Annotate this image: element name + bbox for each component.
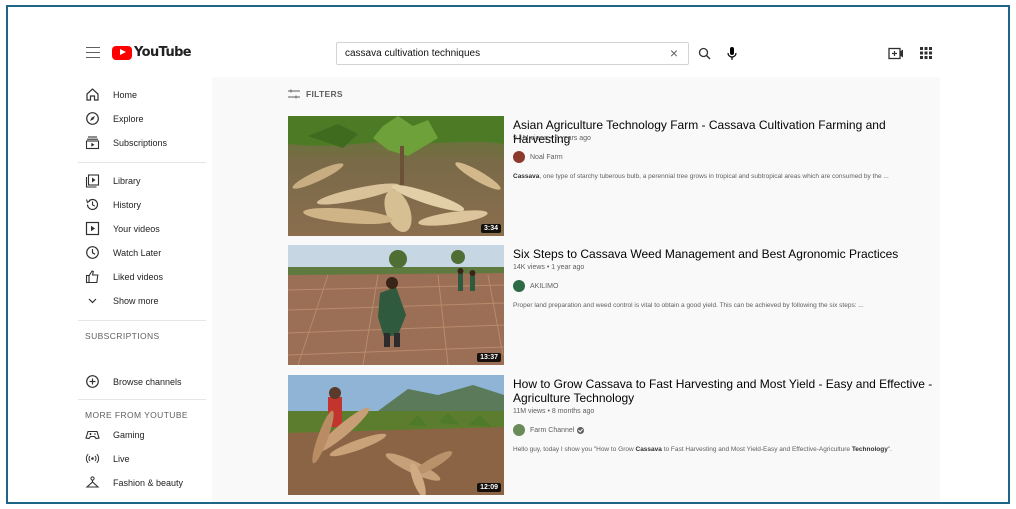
highlight-text: Cassava bbox=[513, 173, 540, 180]
filters-button[interactable]: FILTERS bbox=[288, 89, 343, 99]
video-duration: 12:09 bbox=[477, 483, 501, 492]
channel-link[interactable]: Farm Channel bbox=[513, 424, 585, 436]
sidebar-item-label: Gaming bbox=[113, 430, 145, 440]
microphone-icon[interactable] bbox=[724, 45, 740, 61]
sidebar-item-home[interactable]: Home bbox=[78, 84, 206, 106]
thumbs-up-icon bbox=[85, 270, 99, 284]
video-description: Proper land preparation and weed control… bbox=[513, 302, 933, 309]
sidebar-item-label: Browse channels bbox=[113, 377, 182, 387]
subscriptions-icon bbox=[85, 136, 100, 150]
video-description: Hello guy, today I show you "How to Grow… bbox=[513, 446, 933, 453]
create-video-icon[interactable] bbox=[888, 47, 904, 60]
home-icon bbox=[86, 88, 99, 101]
highlight-text: Technology bbox=[851, 446, 888, 453]
sidebar-item-explore[interactable]: Explore bbox=[78, 108, 206, 130]
menu-icon[interactable] bbox=[86, 47, 100, 59]
channel-name[interactable]: AKILIMO bbox=[530, 283, 558, 290]
browser-frame: YouTube cassava cultivation techniques ×… bbox=[6, 5, 1010, 504]
field-worker-thumbnail bbox=[288, 245, 504, 365]
video-result[interactable]: 13:37 Six Steps to Cassava Weed Manageme… bbox=[288, 245, 938, 369]
video-title[interactable]: Six Steps to Cassava Weed Management and… bbox=[513, 247, 933, 261]
sidebar-item-show-more[interactable]: Show more bbox=[78, 290, 206, 312]
sidebar-item-subscriptions[interactable]: Subscriptions bbox=[78, 132, 206, 154]
description-text: to Fast Harvesting and Most Yield-Easy a… bbox=[661, 446, 852, 453]
harvest-thumbnail bbox=[288, 375, 504, 495]
sidebar-item-your-videos[interactable]: Your videos bbox=[78, 218, 206, 240]
filters-label: FILTERS bbox=[306, 89, 343, 99]
youtube-play-icon bbox=[112, 45, 132, 60]
apps-grid-icon[interactable] bbox=[919, 46, 933, 60]
video-thumbnail[interactable]: 12:09 bbox=[288, 375, 504, 495]
add-circle-icon bbox=[86, 375, 99, 388]
video-result[interactable]: 12:09 How to Grow Cassava to Fast Harves… bbox=[288, 375, 938, 499]
sidebar-divider bbox=[78, 162, 206, 163]
clear-icon[interactable]: × bbox=[670, 46, 678, 60]
search-results: FILTERS 3:34 Asian Agriculture Technolog… bbox=[212, 77, 940, 502]
channel-avatar[interactable] bbox=[513, 151, 525, 163]
search-icon bbox=[698, 47, 710, 60]
video-result[interactable]: 3:34 Asian Agriculture Technology Farm -… bbox=[288, 116, 938, 240]
sidebar-item-label: Watch Later bbox=[113, 248, 162, 258]
search-query[interactable]: cassava cultivation techniques bbox=[345, 48, 480, 59]
channel-name[interactable]: Farm Channel bbox=[530, 427, 574, 434]
description-text: Proper land preparation and weed control… bbox=[513, 302, 864, 309]
sidebar-item-library[interactable]: Library bbox=[78, 170, 206, 192]
chevron-down-icon bbox=[88, 298, 97, 304]
gamepad-icon bbox=[85, 430, 100, 440]
video-thumbnail[interactable]: 3:34 bbox=[288, 116, 504, 236]
sidebar-item-label: Your videos bbox=[113, 224, 160, 234]
hanger-icon bbox=[85, 476, 100, 488]
search-input[interactable]: cassava cultivation techniques × bbox=[336, 42, 689, 65]
description-text: ". bbox=[887, 446, 892, 453]
video-thumbnail[interactable]: 13:37 bbox=[288, 245, 504, 365]
sidebar-divider bbox=[78, 399, 206, 400]
sidebar-item-browse-channels[interactable]: Browse channels bbox=[78, 371, 206, 393]
video-title[interactable]: How to Grow Cassava to Fast Harvesting a… bbox=[513, 377, 933, 405]
channel-link[interactable]: Noal Farm bbox=[513, 151, 563, 163]
sidebar-item-label: Library bbox=[113, 176, 141, 186]
sidebar-item-label: Home bbox=[113, 90, 138, 100]
subscriptions-heading: SUBSCRIPTIONS bbox=[85, 331, 160, 341]
description-text: Hello guy, today I show you "How to Grow bbox=[513, 446, 636, 453]
cassava-roots-thumbnail bbox=[288, 116, 504, 236]
channel-avatar[interactable] bbox=[513, 424, 525, 436]
sidebar-item-fashion-beauty[interactable]: Fashion & beauty bbox=[78, 472, 206, 494]
sidebar-item-watch-later[interactable]: Watch Later bbox=[78, 242, 206, 264]
channel-link[interactable]: AKILIMO bbox=[513, 280, 558, 292]
library-icon bbox=[85, 174, 100, 188]
sidebar-item-label: Liked videos bbox=[113, 272, 164, 282]
logo-text: YouTube bbox=[134, 45, 192, 60]
clock-icon bbox=[86, 246, 99, 259]
sidebar-item-label: Live bbox=[113, 454, 130, 464]
video-duration: 3:34 bbox=[480, 224, 501, 233]
description-text: , one type of starchy tuberous bulb, a p… bbox=[539, 173, 889, 180]
channel-avatar[interactable] bbox=[513, 280, 525, 292]
sidebar-item-history[interactable]: History bbox=[78, 194, 206, 216]
history-icon bbox=[85, 198, 99, 211]
highlight-text: Cassava bbox=[635, 446, 662, 453]
youtube-logo[interactable]: YouTube bbox=[112, 45, 192, 60]
video-meta: 11M views • 8 months ago bbox=[513, 408, 595, 415]
sidebar-item-gaming[interactable]: Gaming bbox=[78, 424, 206, 446]
sidebar-divider bbox=[78, 320, 206, 321]
sidebar-item-live[interactable]: Live bbox=[78, 448, 206, 470]
sidebar-item-label: Fashion & beauty bbox=[113, 478, 184, 488]
sidebar-item-label: Show more bbox=[113, 296, 159, 306]
sidebar-item-label: Subscriptions bbox=[113, 138, 168, 148]
more-from-youtube-heading: MORE FROM YOUTUBE bbox=[85, 410, 188, 420]
compass-icon bbox=[86, 112, 99, 125]
verified-badge-icon bbox=[577, 426, 585, 434]
filter-icon bbox=[288, 89, 300, 99]
video-description: Cassava, one type of starchy tuberous bu… bbox=[513, 173, 933, 180]
sidebar-item-label: History bbox=[113, 200, 142, 210]
video-duration: 13:37 bbox=[477, 353, 501, 362]
channel-name[interactable]: Noal Farm bbox=[530, 154, 563, 161]
play-square-icon bbox=[85, 221, 100, 236]
live-icon bbox=[85, 453, 100, 464]
sidebar-item-label: Explore bbox=[113, 114, 144, 124]
video-meta: 14K views • 1 year ago bbox=[513, 264, 585, 271]
video-meta: 9.1M views • 2 years ago bbox=[513, 135, 591, 142]
search-button[interactable] bbox=[688, 42, 720, 65]
sidebar-item-liked-videos[interactable]: Liked videos bbox=[78, 266, 206, 288]
